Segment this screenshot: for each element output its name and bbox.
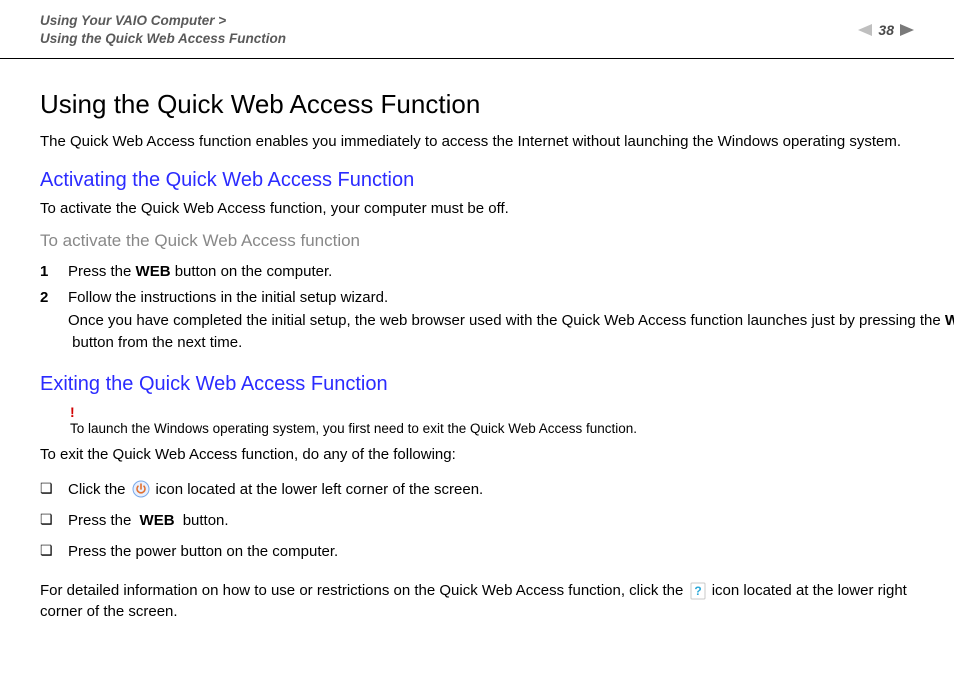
list-item: ❏ Click the icon located at the lower le… — [40, 479, 914, 500]
section1-text: To activate the Quick Web Access functio… — [40, 200, 914, 217]
page-navigation: 38 — [858, 12, 914, 38]
alert-icon: ! — [70, 404, 914, 420]
section-heading-activating: Activating the Quick Web Access Function — [40, 169, 914, 192]
step-row: 1 Press the WEB button on the computer. — [40, 261, 914, 284]
step-body: Follow the instructions in the initial s… — [68, 287, 954, 355]
bullet-glyph: ❏ — [40, 541, 68, 561]
page-header: Using Your VAIO Computer > Using the Qui… — [0, 0, 954, 59]
section1-subheading: To activate the Quick Web Access functio… — [40, 231, 914, 251]
svg-text:?: ? — [694, 584, 701, 598]
breadcrumb: Using Your VAIO Computer > Using the Qui… — [40, 12, 286, 48]
prev-page-icon[interactable] — [858, 24, 872, 36]
breadcrumb-line-1[interactable]: Using Your VAIO Computer > — [40, 12, 286, 30]
list-item: ❏ Press the power button on the computer… — [40, 541, 914, 562]
bullet-glyph: ❏ — [40, 479, 68, 499]
content-area: Using the Quick Web Access Function The … — [0, 59, 954, 621]
help-icon: ? — [690, 582, 706, 600]
step-row: 2 Follow the instructions in the initial… — [40, 287, 914, 355]
steps-list: 1 Press the WEB button on the computer. … — [40, 261, 914, 355]
note-block: ! To launch the Windows operating system… — [40, 404, 914, 436]
bullet-list: ❏ Click the icon located at the lower le… — [40, 479, 914, 562]
breadcrumb-line-2[interactable]: Using the Quick Web Access Function — [40, 30, 286, 48]
next-page-icon[interactable] — [900, 24, 914, 36]
bullet-glyph: ❏ — [40, 510, 68, 530]
step-number: 1 — [40, 261, 68, 284]
intro-paragraph: The Quick Web Access function enables yo… — [40, 132, 914, 152]
page-title: Using the Quick Web Access Function — [40, 89, 914, 120]
page-number: 38 — [878, 22, 894, 38]
final-paragraph: For detailed information on how to use o… — [40, 580, 914, 622]
step-body: Press the WEB button on the computer. — [68, 261, 914, 284]
exit-intro: To exit the Quick Web Access function, d… — [40, 446, 914, 463]
power-icon — [132, 480, 150, 498]
note-text: To launch the Windows operating system, … — [70, 421, 914, 436]
section-heading-exiting: Exiting the Quick Web Access Function — [40, 373, 914, 396]
step-number: 2 — [40, 287, 68, 355]
list-item: ❏ Press the WEB button. — [40, 510, 914, 531]
